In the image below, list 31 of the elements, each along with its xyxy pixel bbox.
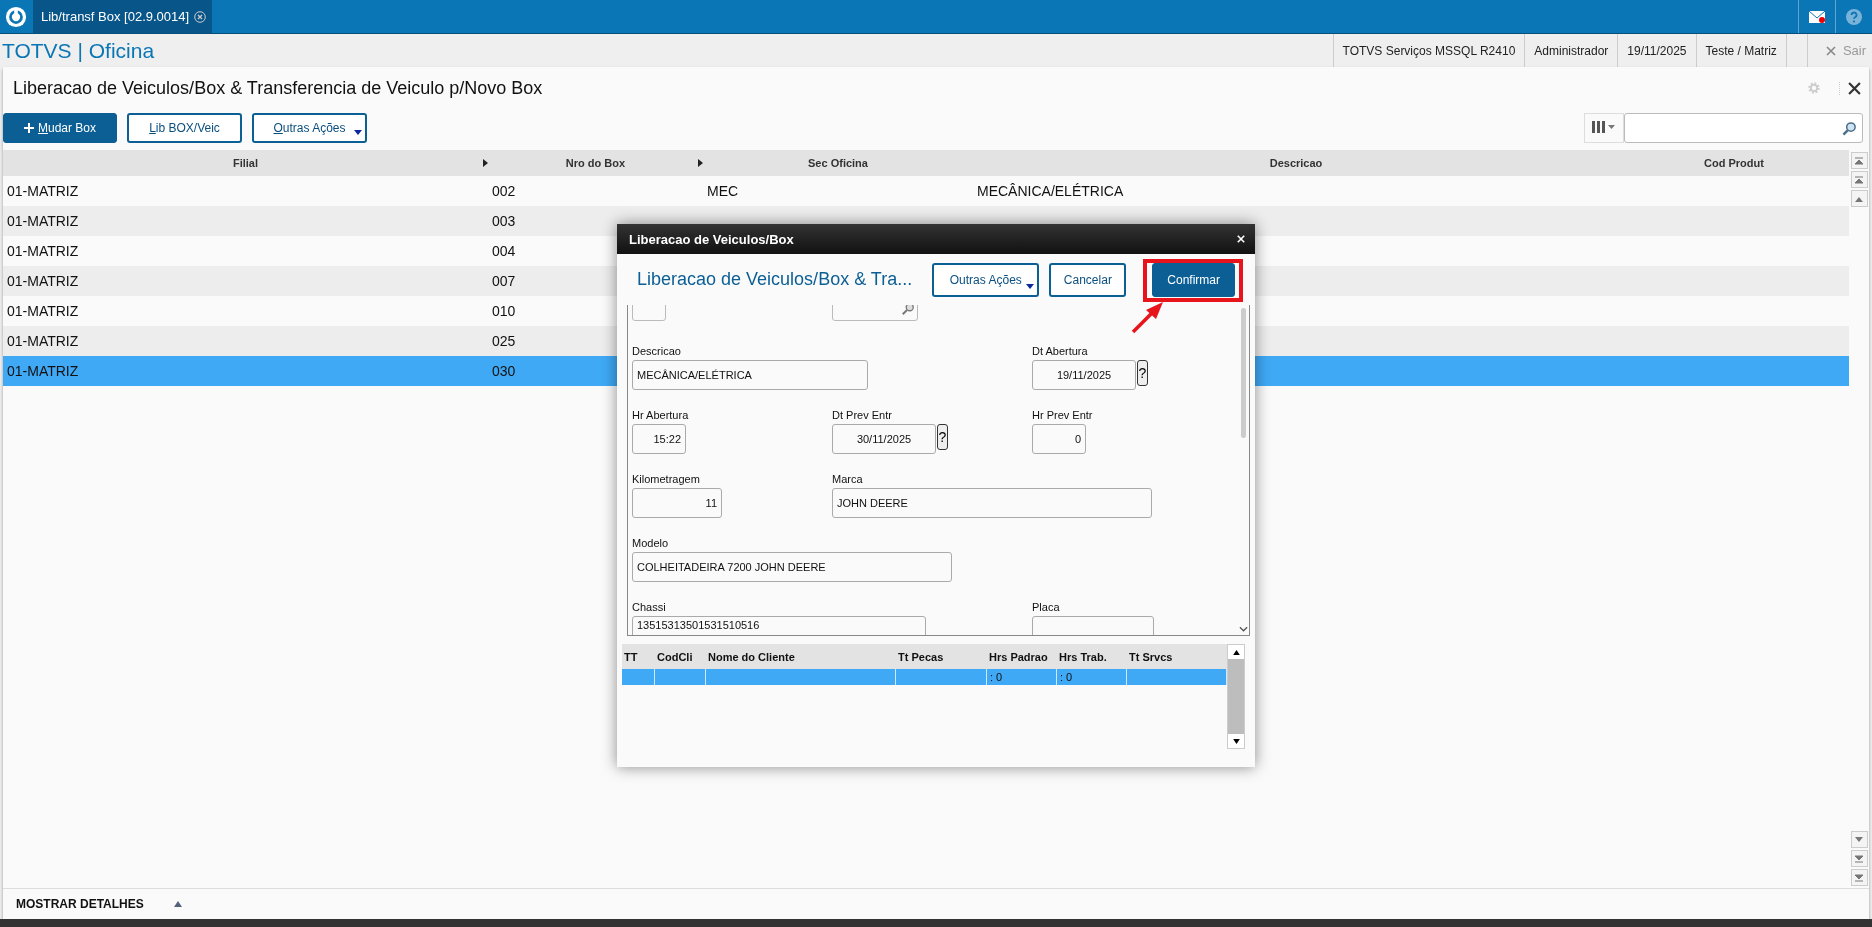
field-label: Chassi — [632, 601, 667, 614]
field-label: Placa — [1032, 601, 1061, 614]
table-cell: 01-MATRIZ — [7, 333, 79, 349]
table-cell: 025 — [492, 333, 516, 349]
table-cell: 01-MATRIZ — [7, 303, 79, 319]
table-cell: 003 — [492, 213, 516, 229]
page-title: Liberacao de Veiculos/Box & Transferencia de Veiculo p/Novo Box — [13, 77, 543, 99]
table-cell: 01-MATRIZ — [7, 363, 79, 379]
field-label: Descricao — [632, 345, 682, 358]
table-cell: 01-MATRIZ — [7, 213, 79, 229]
field-label: Kilometragem — [632, 473, 701, 486]
table-cell: 01-MATRIZ — [7, 243, 79, 259]
table-cell: MEC — [707, 183, 739, 199]
table-cell: 01-MATRIZ — [7, 183, 79, 199]
table-cell: : 0 — [1060, 671, 1073, 683]
table-cell: 002 — [492, 183, 516, 199]
field-label: Marca — [832, 473, 864, 486]
table-cell: 010 — [492, 303, 516, 319]
table-cell: 004 — [492, 243, 516, 259]
table-cell: : 0 — [990, 671, 1003, 683]
table-cell: 030 — [492, 363, 516, 379]
app-brand: TOTVS | Oficina — [1, 38, 155, 63]
table-cell: MECÂNICA/ELÉTRICA — [977, 183, 1124, 199]
table-cell: 01-MATRIZ — [7, 273, 79, 289]
field-label: Modelo — [632, 537, 670, 550]
field-label: Dt Prev Entr — [832, 409, 893, 422]
field-label: Hr Prev Entr — [1032, 409, 1094, 422]
table-cell: 007 — [492, 273, 516, 289]
field-label: Hr Abertura — [632, 409, 690, 422]
dialog-heading: Liberacao de Veiculos/Box & Tra... — [637, 269, 913, 290]
field-label: Dt Abertura — [1032, 345, 1089, 358]
